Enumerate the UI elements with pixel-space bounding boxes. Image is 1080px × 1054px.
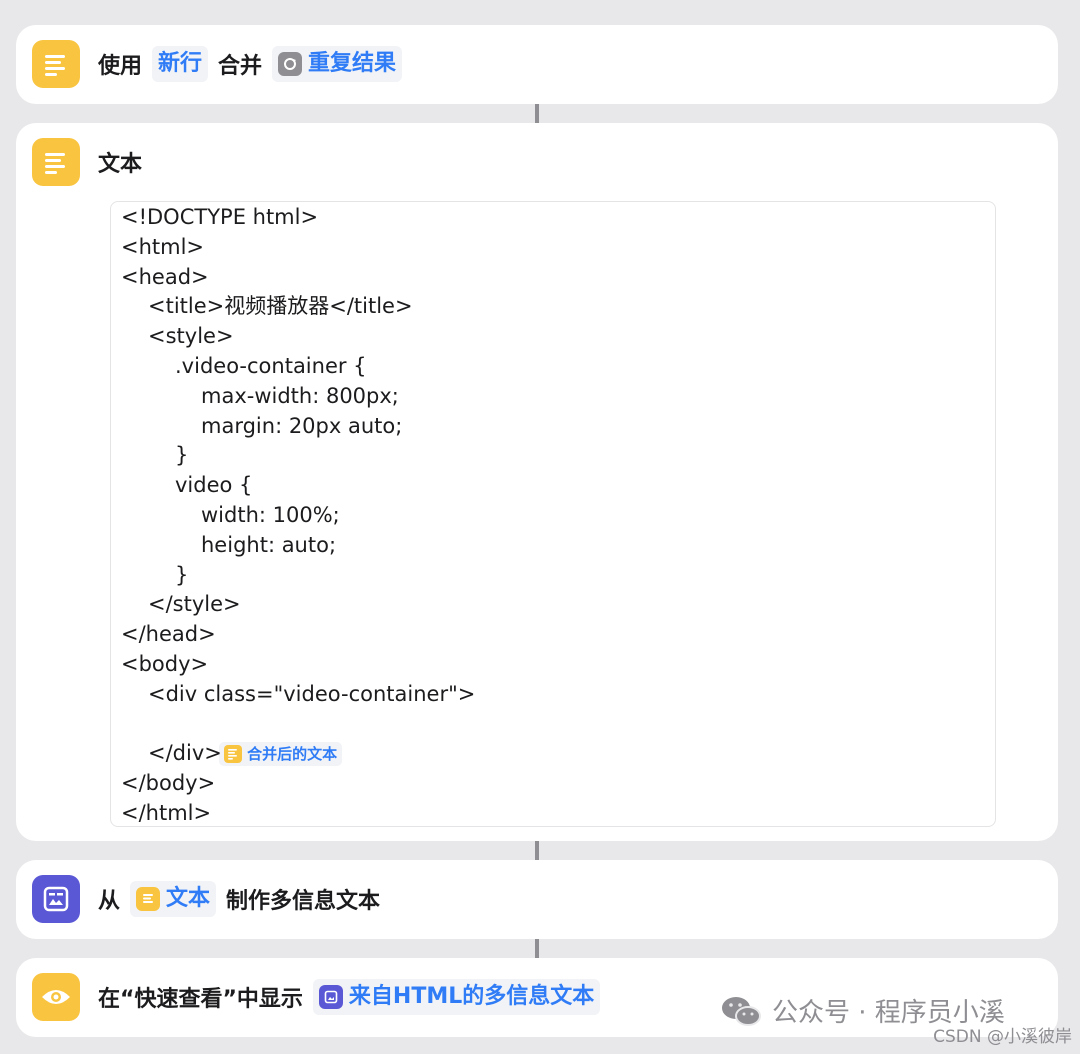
rich-text-token-label: 来自HTML的多信息文本	[348, 984, 595, 1009]
action-verb: 从	[98, 889, 121, 914]
code-line: </style>	[148, 592, 241, 617]
text-lines-icon	[136, 887, 161, 911]
text-lines-icon	[224, 745, 243, 764]
code-line: video {	[175, 473, 253, 498]
eye-icon	[32, 973, 80, 1021]
code-line: <html>	[121, 234, 205, 259]
text-lines-icon	[32, 40, 80, 88]
code-line: <style>	[148, 324, 234, 349]
text-input-token[interactable]: 文本	[130, 881, 217, 917]
code-line: }	[175, 443, 189, 468]
repeat-results-token[interactable]: 重复结果	[272, 46, 403, 82]
connector	[535, 841, 539, 860]
action-card-make-rich-text[interactable]: 从 文本 制作多信息文本	[16, 860, 1058, 939]
separator-token-label: 新行	[158, 51, 203, 76]
code-line: <head>	[121, 264, 209, 289]
text-content-field[interactable]: <!DOCTYPE html> <html> <head> <title>视频播…	[110, 201, 996, 827]
action-suffix: 制作多信息文本	[226, 889, 381, 914]
code-line: margin: 20px auto;	[201, 413, 403, 438]
code-line: height: auto;	[201, 532, 337, 557]
action-prefix: 在“快速查看”中显示	[98, 987, 303, 1012]
combined-text-variable[interactable]: 合并后的文本	[219, 742, 343, 767]
code-line: <title>视频播放器</title>	[148, 294, 413, 319]
combined-text-variable-label: 合并后的文本	[247, 745, 338, 764]
code-line: }	[175, 562, 189, 587]
action-summary: 使用 新行 合并 重复结果	[98, 46, 412, 82]
connector	[535, 104, 539, 123]
watermark-csdn: CSDN @小溪彼岸	[933, 1027, 1072, 1047]
text-input-token-label: 文本	[166, 886, 211, 911]
code-line: </body>	[121, 771, 216, 796]
action-summary: 从 文本 制作多信息文本	[98, 881, 390, 917]
text-lines-icon	[32, 138, 80, 186]
code-line: </head>	[121, 622, 216, 647]
action-card-combine-text[interactable]: 使用 新行 合并 重复结果	[16, 25, 1058, 104]
action-card-text[interactable]: 文本 <!DOCTYPE html> <html> <head> <title>…	[16, 123, 1058, 841]
code-line: .video-container {	[175, 353, 367, 378]
repeat-icon	[278, 52, 303, 76]
connector	[535, 939, 539, 958]
repeat-results-label: 重复结果	[308, 51, 397, 76]
code-line: max-width: 800px;	[201, 383, 399, 408]
action-verb: 使用	[98, 54, 143, 79]
rich-text-icon	[318, 985, 343, 1009]
wechat-icon	[722, 996, 761, 1026]
code-line: width: 100%;	[201, 502, 340, 527]
code-line-variable: 合并后的文本	[121, 710, 995, 767]
code-line: <div class="video-container">	[148, 681, 476, 706]
rich-text-token[interactable]: 来自HTML的多信息文本	[312, 979, 601, 1015]
action-title: 文本	[98, 152, 143, 177]
action-middle-word: 合并	[218, 54, 263, 79]
code-line: <body>	[121, 651, 209, 676]
code-line: </html>	[121, 800, 212, 825]
action-summary: 在“快速查看”中显示 来自HTML的多信息文本	[98, 979, 610, 1015]
rich-text-icon	[32, 875, 80, 923]
separator-token[interactable]: 新行	[152, 46, 209, 82]
code-line: <!DOCTYPE html>	[121, 205, 319, 229]
